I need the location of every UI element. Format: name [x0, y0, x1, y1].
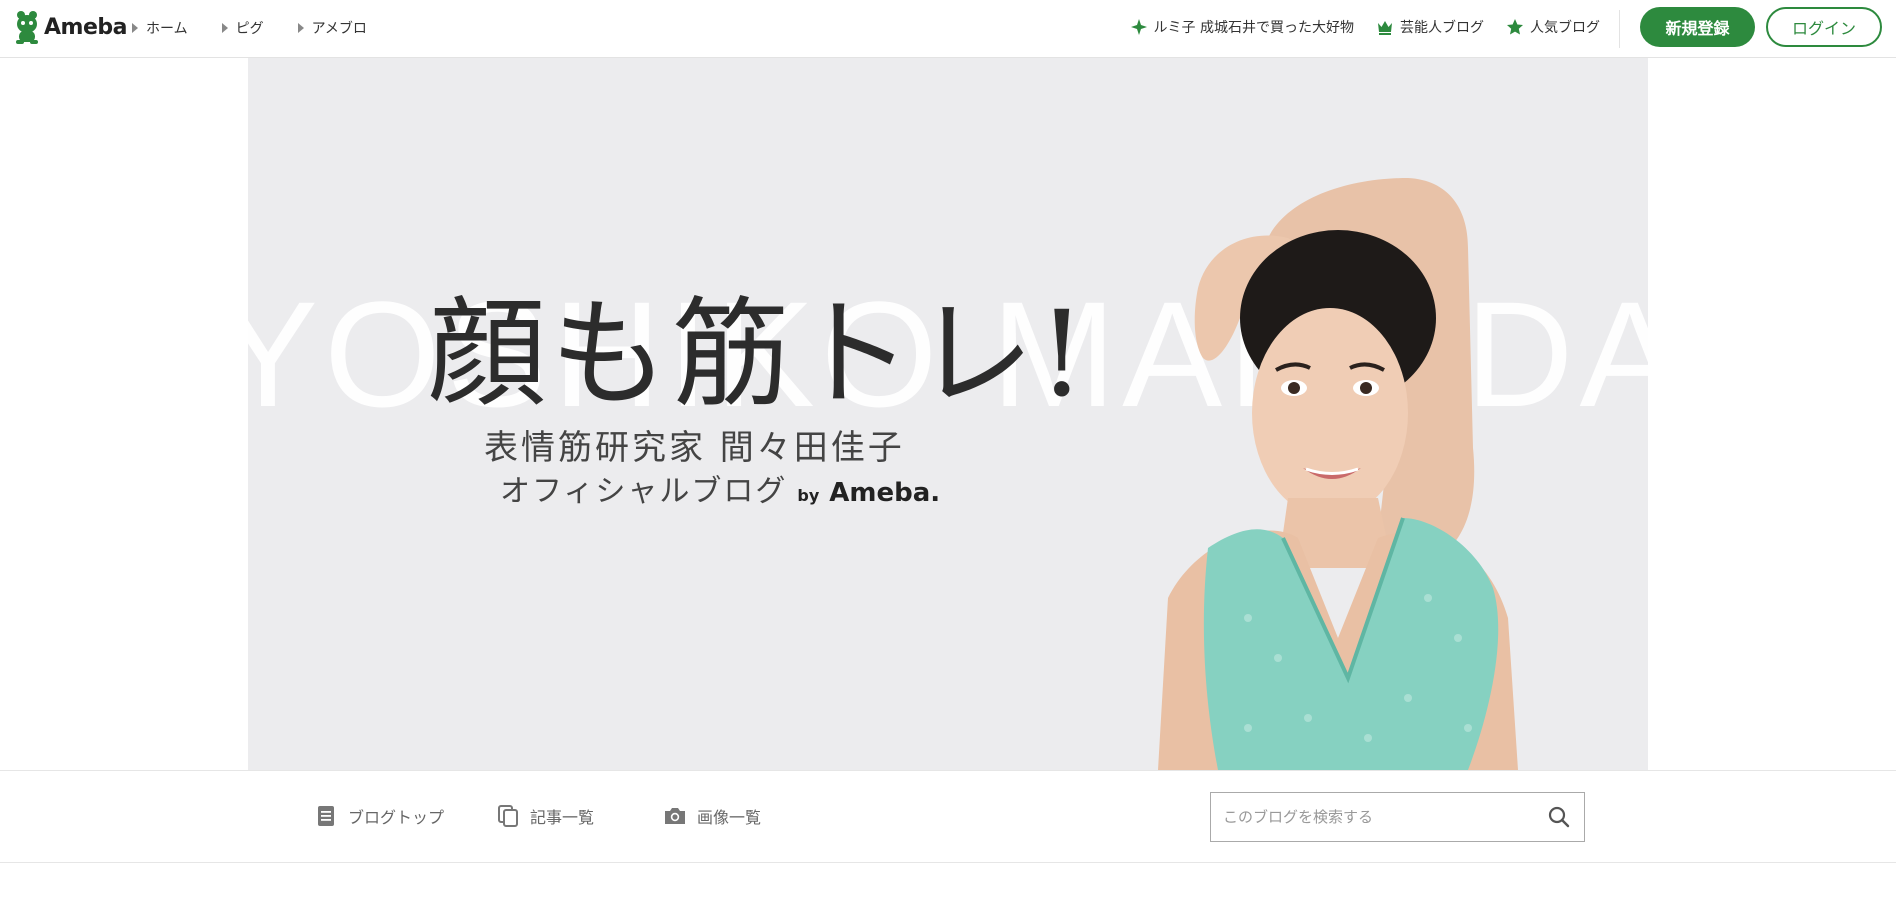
article-list-link[interactable]: 記事一覧 [496, 804, 594, 828]
blog-search-input[interactable] [1211, 793, 1534, 841]
official-blog-label: オフィシャルブログ [500, 474, 788, 509]
trending-link[interactable]: ルミ子 成城石井で買った大好物 [1130, 17, 1354, 37]
crown-icon [1378, 21, 1392, 35]
blog-top-label: ブログトップ [348, 808, 445, 827]
ameba-mascot-icon [16, 11, 38, 44]
celebrity-blog-label: 芸能人ブログ [1400, 20, 1484, 36]
star-icon [1507, 19, 1523, 35]
celebrity-blog-link[interactable]: 芸能人ブログ [1376, 17, 1484, 37]
search-button[interactable] [1534, 793, 1584, 841]
ameba-logo[interactable]: Ameba [14, 10, 127, 44]
header-links: ルミ子 成城石井で買った大好物 芸能人ブログ 人気ブログ [1130, 17, 1600, 37]
banner-subtitle-official: オフィシャルブログ by Ameba. [500, 466, 940, 510]
by-label: by [797, 486, 820, 505]
blog-top-link[interactable]: ブログトップ [314, 804, 444, 828]
portrait-illustration [1158, 178, 1518, 770]
breadcrumb-ameblo[interactable]: アメブロ [297, 18, 367, 38]
article-list-label: 記事一覧 [530, 808, 595, 827]
document-icon [318, 806, 334, 826]
popular-blog-label: 人気ブログ [1530, 20, 1600, 36]
blog-header-banner[interactable]: YOSHIKO MAMADA 顔も筋トレ! 表情筋研究家 間々田佳子 オフィシャ… [248, 58, 1648, 770]
header-divider [1619, 10, 1620, 48]
breadcrumb-label: ホーム [146, 21, 188, 37]
breadcrumb: ホーム ピグ アメブロ [132, 18, 367, 38]
ameba-wordmark: Ameba. [829, 478, 941, 508]
blog-search-box [1210, 792, 1585, 842]
breadcrumb-label: ピグ [235, 21, 264, 37]
popular-blog-link[interactable]: 人気ブログ [1506, 17, 1600, 37]
arrow-right-icon [221, 23, 228, 33]
login-button[interactable]: ログイン [1766, 7, 1882, 47]
logo-text: Ameba [44, 14, 127, 40]
search-icon [1548, 806, 1570, 828]
breadcrumb-pigg[interactable]: ピグ [221, 18, 264, 38]
top-header: Ameba ホーム ピグ アメブロ ルミ子 成城石井で買った大好物 芸能人ブログ… [0, 0, 1896, 58]
trending-link-label: ルミ子 成城石井で買った大好物 [1153, 20, 1354, 36]
sparkle-icon [1130, 19, 1147, 35]
image-list-link[interactable]: 画像一覧 [663, 804, 761, 828]
banner-title: 顔も筋トレ! [428, 285, 1090, 423]
register-button[interactable]: 新規登録 [1640, 7, 1755, 47]
banner-subtitle: 表情筋研究家 間々田佳子 [484, 428, 905, 468]
image-list-label: 画像一覧 [697, 808, 762, 827]
copy-icon [498, 805, 518, 827]
arrow-right-icon [297, 23, 304, 33]
blog-subnav: ブログトップ 記事一覧 画像一覧 [0, 770, 1896, 863]
breadcrumb-home[interactable]: ホーム [132, 18, 188, 38]
breadcrumb-label: アメブロ [311, 21, 367, 37]
arrow-right-icon [132, 23, 138, 33]
camera-icon [665, 808, 685, 824]
